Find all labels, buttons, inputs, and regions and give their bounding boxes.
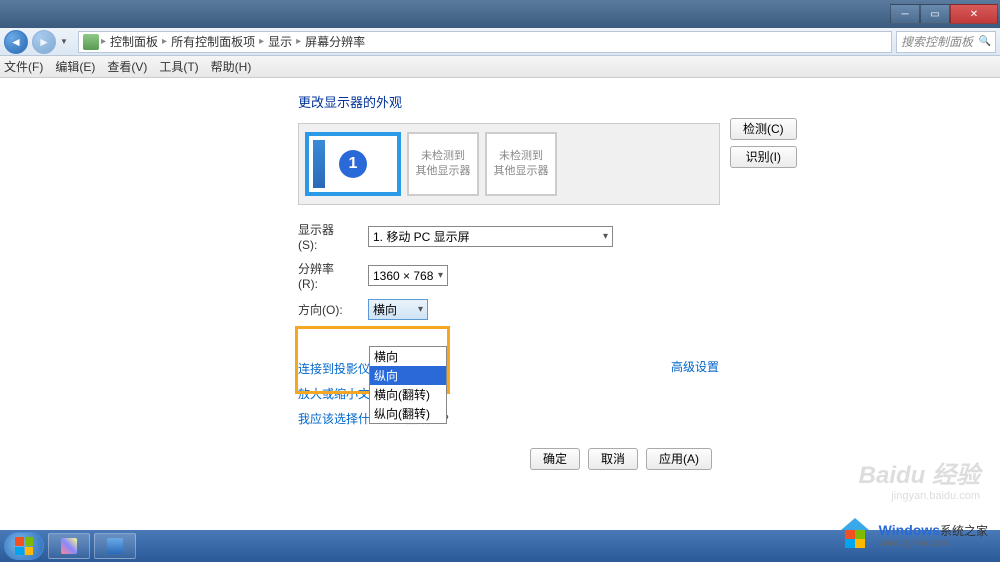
breadcrumb-item[interactable]: 显示 <box>266 33 294 50</box>
breadcrumb-item[interactable]: 所有控制面板项 <box>169 33 257 50</box>
watermark-url: jingyan.baidu.com <box>891 490 980 502</box>
projector-link[interactable]: 连接到投影仪 ( <box>298 360 377 377</box>
window-controls: ─ ▭ ✕ <box>890 4 998 24</box>
windows-logo-icon <box>15 537 33 555</box>
paint-icon <box>61 538 77 554</box>
control-panel-icon <box>83 34 99 50</box>
orientation-option[interactable]: 横向(翻转) <box>370 385 446 404</box>
settings-form: 显示器(S): 1. 移动 PC 显示屏 分辨率(R): 1360 × 768 … <box>298 221 1000 320</box>
display-select[interactable]: 1. 移动 PC 显示屏 <box>368 226 613 247</box>
back-button[interactable]: ◄ <box>4 30 28 54</box>
monitor-number-badge: 1 <box>339 150 367 178</box>
orientation-select-value: 横向 <box>373 301 397 318</box>
search-input[interactable]: 搜索控制面板 <box>896 31 996 53</box>
navigation-bar: ◄ ► ▼ ▸ 控制面板 ▸ 所有控制面板项 ▸ 显示 ▸ 屏幕分辨率 搜索控制… <box>0 28 1000 56</box>
display-label: 显示器(S): <box>298 221 350 252</box>
control-panel-icon <box>107 538 123 554</box>
detect-button[interactable]: 检测(C) <box>730 118 797 140</box>
orientation-option-selected[interactable]: 纵向 <box>370 366 446 385</box>
brand-url-text: www.bjjmlv.com <box>879 538 988 549</box>
orientation-dropdown-list: 横向 纵向 横向(翻转) 纵向(翻转) <box>369 346 447 424</box>
advanced-settings-link[interactable]: 高级设置 <box>671 358 719 375</box>
window-titlebar: ─ ▭ ✕ <box>0 0 1000 28</box>
close-button[interactable]: ✕ <box>950 4 998 24</box>
maximize-button[interactable]: ▭ <box>920 4 950 24</box>
start-button[interactable] <box>4 532 44 560</box>
page-title: 更改显示器的外观 <box>0 78 1000 123</box>
display-select-value: 1. 移动 PC 显示屏 <box>373 228 470 245</box>
breadcrumb-item[interactable]: 屏幕分辨率 <box>303 33 367 50</box>
brand-cn-text: 系统之家 <box>940 524 988 538</box>
display-preview-panel: 1 未检测到 其他显示器 未检测到 其他显示器 <box>298 123 720 205</box>
minimize-button[interactable]: ─ <box>890 4 920 24</box>
ok-button[interactable]: 确定 <box>530 448 580 470</box>
resolution-label: 分辨率(R): <box>298 260 350 291</box>
orientation-select[interactable]: 横向 <box>368 299 428 320</box>
brand-logo: Windows系统之家 www.bjjmlv.com <box>837 518 988 554</box>
menu-edit[interactable]: 编辑(E) <box>55 58 95 75</box>
apply-button[interactable]: 应用(A) <box>646 448 712 470</box>
orientation-option[interactable]: 横向 <box>370 347 446 366</box>
resolution-select-value: 1360 × 768 <box>373 269 433 283</box>
monitor-undetected[interactable]: 未检测到 其他显示器 <box>485 132 557 196</box>
menu-help[interactable]: 帮助(H) <box>211 58 252 75</box>
search-placeholder: 搜索控制面板 <box>901 33 973 50</box>
forward-button[interactable]: ► <box>32 30 56 54</box>
breadcrumb[interactable]: ▸ 控制面板 ▸ 所有控制面板项 ▸ 显示 ▸ 屏幕分辨率 <box>78 31 892 53</box>
monitor-undetected[interactable]: 未检测到 其他显示器 <box>407 132 479 196</box>
identify-button[interactable]: 识别(I) <box>730 146 797 168</box>
cancel-button[interactable]: 取消 <box>588 448 638 470</box>
preview-side-buttons: 检测(C) 识别(I) <box>730 118 797 168</box>
house-icon <box>837 518 873 554</box>
orientation-option[interactable]: 纵向(翻转) <box>370 404 446 423</box>
dialog-buttons: 确定 取消 应用(A) <box>530 448 712 470</box>
main-content: 更改显示器的外观 1 未检测到 其他显示器 未检测到 其他显示器 检测(C) 识… <box>0 78 1000 538</box>
menu-view[interactable]: 查看(V) <box>107 58 147 75</box>
monitor-1[interactable]: 1 <box>305 132 401 196</box>
taskbar-paint[interactable] <box>48 533 90 559</box>
resolution-select[interactable]: 1360 × 768 <box>368 265 448 286</box>
chevron-right-icon: ▸ <box>162 36 167 47</box>
chevron-right-icon: ▸ <box>296 36 301 47</box>
taskbar-control-panel[interactable] <box>94 533 136 559</box>
breadcrumb-item[interactable]: 控制面板 <box>108 33 160 50</box>
chevron-right-icon: ▸ <box>101 36 106 47</box>
orientation-label: 方向(O): <box>298 301 350 318</box>
brand-main-text: Windows <box>879 522 940 538</box>
menu-tools[interactable]: 工具(T) <box>159 58 198 75</box>
history-dropdown-icon[interactable]: ▼ <box>60 37 74 46</box>
chevron-right-icon: ▸ <box>259 36 264 47</box>
menu-file[interactable]: 文件(F) <box>4 58 43 75</box>
watermark-text: Baidu 经验 <box>859 455 980 490</box>
menu-bar: 文件(F) 编辑(E) 查看(V) 工具(T) 帮助(H) <box>0 56 1000 78</box>
